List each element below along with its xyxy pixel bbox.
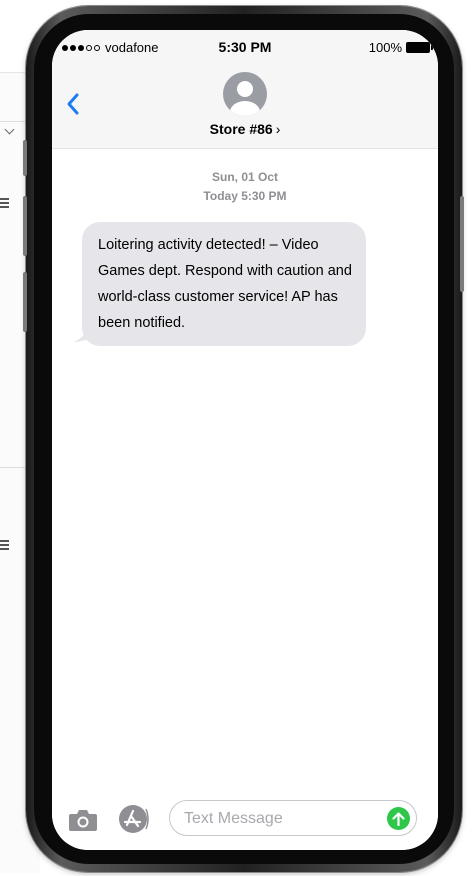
battery-icon: [406, 42, 433, 53]
chevron-right-icon: ›: [275, 121, 281, 137]
text-message-field[interactable]: [169, 800, 417, 836]
contact-avatar[interactable]: [223, 72, 267, 116]
thread-date: Sun, 01 Oct: [211, 170, 279, 184]
back-button[interactable]: [64, 92, 84, 116]
thread-time: Today 5:30 PM: [203, 189, 287, 203]
phone-side-button: [23, 272, 27, 332]
contact-name: Store #86: [209, 121, 273, 137]
background-menu-icon: [0, 540, 9, 552]
app-store-button[interactable]: [116, 804, 150, 834]
message-text: Loitering activity detected! – Video Gam…: [98, 237, 352, 331]
person-icon: [223, 72, 267, 116]
background-menu-icon: [0, 198, 9, 210]
incoming-message-bubble[interactable]: Loitering activity detected! – Video Gam…: [82, 222, 366, 346]
stage: vodafone 5:30 PM 100% Store #86 › Sun, 0…: [0, 0, 475, 876]
send-button[interactable]: [387, 807, 410, 830]
app-store-icon: [119, 805, 149, 833]
status-bar: vodafone 5:30 PM 100%: [52, 30, 438, 64]
arrow-up-icon: [392, 811, 405, 826]
phone-screen: vodafone 5:30 PM 100% Store #86 › Sun, 0…: [52, 30, 438, 850]
phone-power-button: [460, 196, 464, 292]
camera-icon: [69, 810, 97, 831]
phone-side-button: [23, 196, 27, 256]
battery-status: 100%: [368, 40, 433, 55]
camera-button[interactable]: [68, 808, 98, 832]
contact-name-button[interactable]: Store #86 ›: [52, 121, 438, 137]
message-composer: [52, 796, 438, 850]
chevron-left-icon: [67, 93, 79, 115]
conversation-header: Store #86 ›: [52, 64, 438, 149]
text-message-input[interactable]: [182, 807, 382, 831]
phone-side-button: [23, 140, 27, 176]
battery-percent: 100%: [368, 40, 402, 55]
